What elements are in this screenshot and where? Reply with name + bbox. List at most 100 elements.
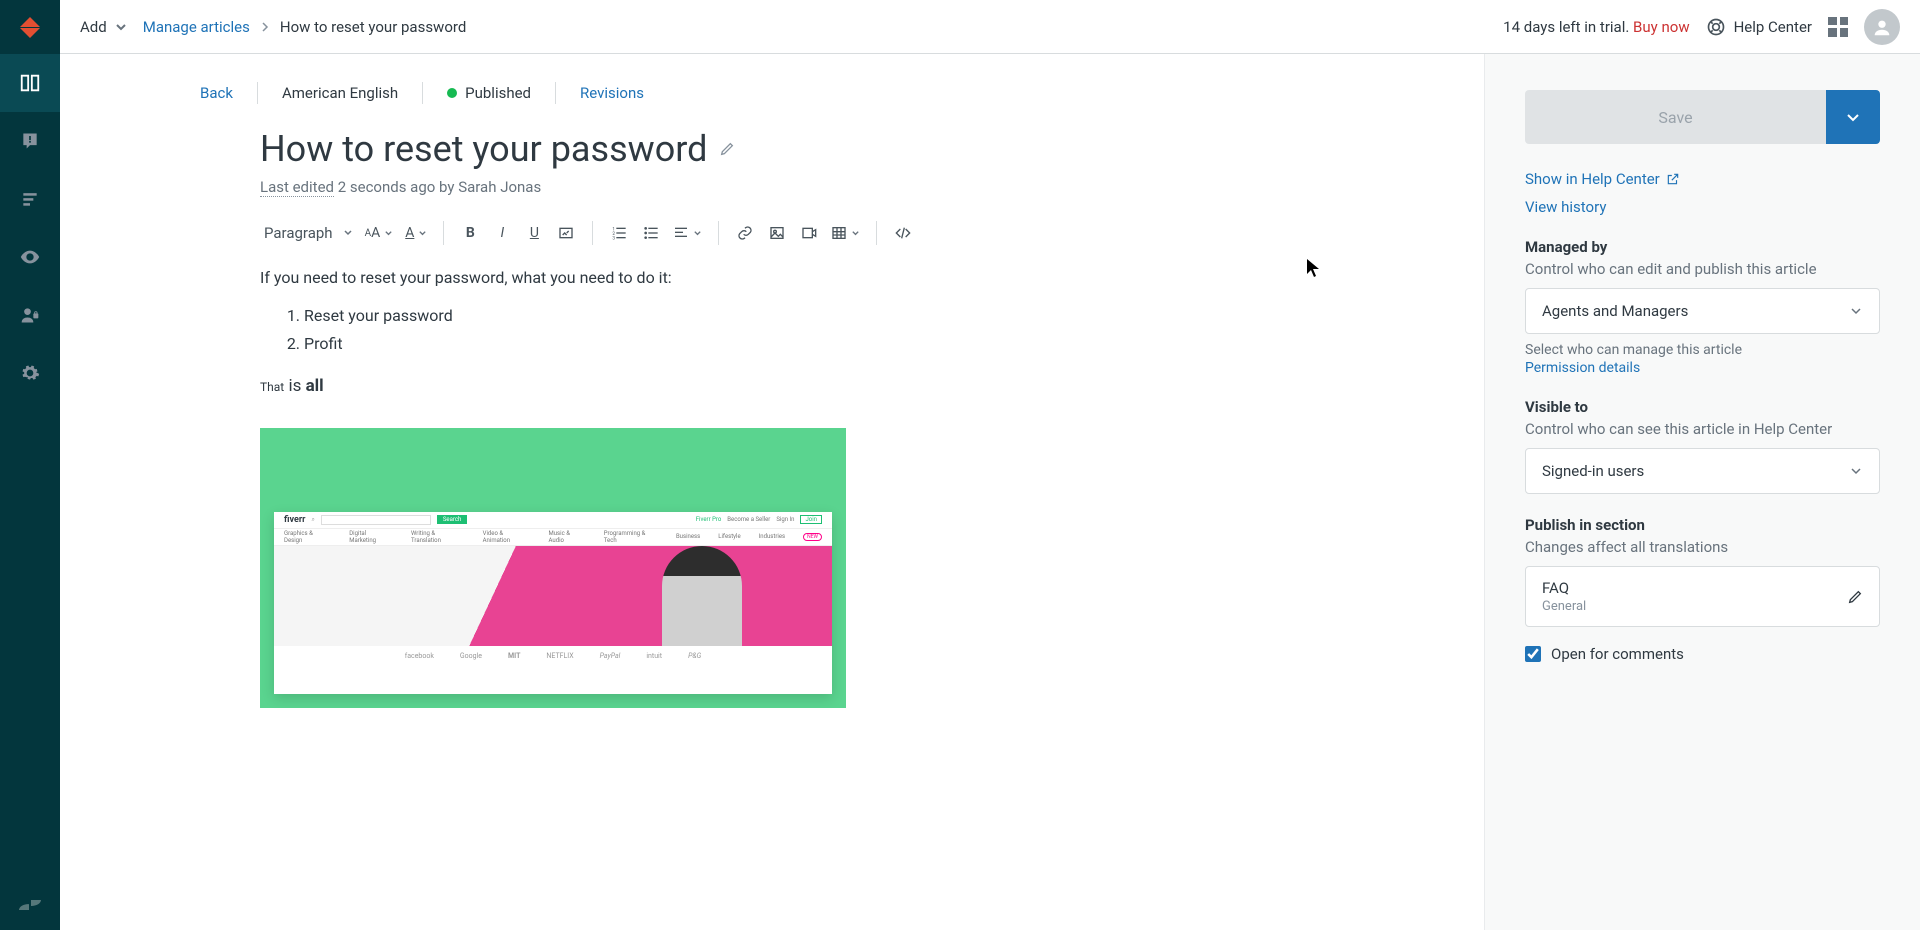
show-in-help-center-link[interactable]: Show in Help Center xyxy=(1525,170,1880,188)
image-icon xyxy=(769,225,785,241)
publish-in-sub: General xyxy=(1542,599,1586,614)
nav-articles[interactable] xyxy=(0,54,60,112)
link-icon xyxy=(737,225,753,241)
managed-by-helper: Select who can manage this article Permi… xyxy=(1525,342,1880,376)
table-button[interactable] xyxy=(827,218,864,248)
visible-to-select[interactable]: Signed-in users xyxy=(1525,448,1880,494)
nav-settings[interactable] xyxy=(0,344,60,402)
last-edited: Last edited 2 seconds ago by Sarah Jonas xyxy=(260,178,1120,196)
help-center-link[interactable]: Help Center xyxy=(1706,17,1812,37)
visible-to-desc: Control who can see this article in Help… xyxy=(1525,420,1880,438)
chevron-down-icon xyxy=(1845,109,1861,125)
open-comments-label: Open for comments xyxy=(1551,645,1684,663)
managed-by-title: Managed by xyxy=(1525,238,1880,256)
breadcrumb: Manage articles How to reset your passwo… xyxy=(143,18,467,36)
last-edited-label: Last edited xyxy=(260,178,334,197)
vertical-nav xyxy=(0,0,60,930)
unordered-list-button[interactable] xyxy=(637,218,665,248)
embed-brand: fiverr xyxy=(284,515,305,525)
save-dropdown-button[interactable] xyxy=(1826,90,1880,144)
visible-to-value: Signed-in users xyxy=(1542,462,1644,480)
list-item: Reset your password xyxy=(304,304,1120,328)
chevron-down-icon xyxy=(851,229,860,238)
article-body[interactable]: If you need to reset your password, what… xyxy=(260,266,1120,400)
language-label[interactable]: American English xyxy=(282,84,398,102)
bold-button[interactable]: B xyxy=(456,218,484,248)
steps-list: Reset your password Profit xyxy=(304,304,1120,356)
final-paragraph: That is all xyxy=(260,374,1120,400)
publish-in-value: FAQ xyxy=(1542,579,1586,597)
nav-arrange[interactable] xyxy=(0,170,60,228)
paragraph-style-button[interactable]: Paragraph xyxy=(260,218,357,248)
save-button: Save xyxy=(1525,90,1826,144)
publish-in-select[interactable]: FAQ General xyxy=(1525,566,1880,627)
paragraph-label: Paragraph xyxy=(264,224,333,242)
external-link-icon xyxy=(1666,172,1680,186)
text-color-button[interactable]: A xyxy=(401,218,431,248)
add-label: Add xyxy=(80,18,107,36)
chevron-down-icon xyxy=(693,229,702,238)
visible-to-title: Visible to xyxy=(1525,398,1880,416)
visible-to-section: Visible to Control who can see this arti… xyxy=(1525,398,1880,494)
video-icon xyxy=(801,225,817,241)
managed-by-section: Managed by Control who can edit and publ… xyxy=(1525,238,1880,376)
managed-by-value: Agents and Managers xyxy=(1542,302,1688,320)
pencil-icon xyxy=(1847,589,1863,605)
breadcrumb-manage-link[interactable]: Manage articles xyxy=(143,18,250,36)
permission-details-link[interactable]: Permission details xyxy=(1525,360,1880,376)
apps-icon[interactable] xyxy=(1828,17,1848,37)
chevron-down-icon xyxy=(1849,464,1863,478)
publish-in-desc: Changes affect all translations xyxy=(1525,538,1880,556)
add-button[interactable]: Add xyxy=(80,18,127,36)
article-title[interactable]: How to reset your password xyxy=(260,128,707,170)
nav-preview[interactable] xyxy=(0,228,60,286)
publish-status: Published xyxy=(447,84,531,102)
svg-text:3: 3 xyxy=(613,236,616,241)
buy-now-link[interactable]: Buy now xyxy=(1633,18,1690,36)
ol-icon: 123 xyxy=(611,225,627,241)
link-button[interactable] xyxy=(731,218,759,248)
publish-in-title: Publish in section xyxy=(1525,516,1880,534)
avatar[interactable] xyxy=(1864,9,1900,45)
italic-button[interactable]: I xyxy=(488,218,516,248)
intro-paragraph: If you need to reset your password, what… xyxy=(260,266,1120,290)
user-icon xyxy=(1871,16,1893,38)
lifesaver-icon xyxy=(1706,17,1726,37)
product-logo[interactable] xyxy=(0,0,60,54)
nav-permissions[interactable] xyxy=(0,286,60,344)
open-comments-checkbox[interactable]: Open for comments xyxy=(1525,645,1880,663)
align-button[interactable] xyxy=(669,218,706,248)
ordered-list-button[interactable]: 123 xyxy=(605,218,633,248)
ul-icon xyxy=(643,225,659,241)
rte-toolbar: Paragraph AA A B I xyxy=(260,218,1120,248)
blockquote-button[interactable] xyxy=(552,218,580,248)
nav-zendesk[interactable] xyxy=(0,880,60,930)
publish-in-section: Publish in section Changes affect all tr… xyxy=(1525,516,1880,627)
status-label: Published xyxy=(465,84,531,102)
chevron-down-icon xyxy=(343,228,353,238)
chevron-down-icon xyxy=(384,229,393,238)
side-panel: Save Show in Help Center View history Ma… xyxy=(1484,54,1920,930)
show-hc-label: Show in Help Center xyxy=(1525,170,1660,188)
source-code-button[interactable] xyxy=(889,218,917,248)
table-icon xyxy=(831,225,847,241)
font-size-button[interactable]: AA xyxy=(361,218,398,248)
help-center-label: Help Center xyxy=(1734,18,1812,36)
open-comments-input[interactable] xyxy=(1525,646,1541,662)
managed-by-desc: Control who can edit and publish this ar… xyxy=(1525,260,1880,278)
embed-search-button: Search xyxy=(437,515,467,524)
save-row: Save xyxy=(1525,90,1880,144)
edit-title-icon[interactable] xyxy=(719,141,735,157)
image-button[interactable] xyxy=(763,218,791,248)
view-history-link[interactable]: View history xyxy=(1525,198,1880,216)
underline-button[interactable]: U xyxy=(520,218,548,248)
managed-by-select[interactable]: Agents and Managers xyxy=(1525,288,1880,334)
breadcrumb-current: How to reset your password xyxy=(280,18,466,36)
revisions-link[interactable]: Revisions xyxy=(580,84,644,102)
quote-icon xyxy=(558,225,574,241)
embedded-image[interactable]: fiverr ⌕ Search Fiverr Pro Become a Sell… xyxy=(260,428,846,708)
video-button[interactable] xyxy=(795,218,823,248)
back-link[interactable]: Back xyxy=(200,84,233,102)
nav-moderation[interactable] xyxy=(0,112,60,170)
chevron-down-icon xyxy=(418,229,427,238)
